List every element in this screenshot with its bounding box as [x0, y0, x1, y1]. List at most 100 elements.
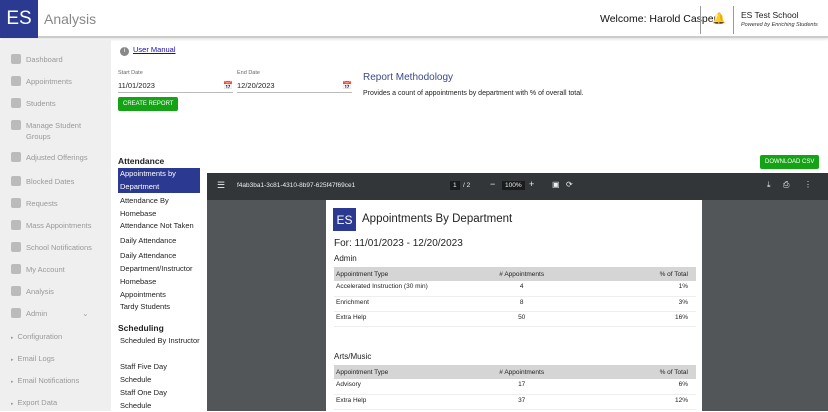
table-cell: 12% [589, 394, 696, 410]
pdf-viewer: ☰ f4ab3ba1-3c81-4310-8b97-625f47f69ce1 1… [207, 173, 828, 411]
table-cell: Advisory [334, 379, 454, 395]
sidebar-item-appointments[interactable]: Appointments [11, 76, 72, 87]
sidebar-item-manage-student-groups[interactable]: Manage Student Groups [11, 120, 86, 142]
calendar-icon[interactable]: 📅 [223, 81, 233, 92]
report-item[interactable]: Tardy Students [118, 301, 200, 314]
table-cell: 16% [589, 311, 696, 327]
sidebar-item-students[interactable]: Students [11, 98, 56, 109]
info-icon: i [120, 47, 129, 56]
sidebar-item-mass-appointments[interactable]: Mass Appointments [11, 220, 91, 231]
start-date-value[interactable]: 11/01/2023 [118, 81, 155, 92]
report-table: Appointment Type # Appointments% of Total… [334, 365, 696, 410]
report-item[interactable]: Homebase Appointments [118, 276, 200, 301]
report-item[interactable]: Staff One Day Schedule [118, 387, 200, 412]
zoom-out-icon[interactable]: − [490, 179, 495, 189]
table-cell: Accelerated Instruction (30 min) [334, 281, 454, 297]
app-header: ES Analysis Welcome: Harold Casper 🔔 ES … [0, 0, 828, 38]
column-header: Appointment Type [334, 267, 454, 281]
attendance-heading: Attendance [118, 156, 165, 166]
table-row: Enrichment 8 3% [334, 296, 696, 312]
report-item[interactable]: Scheduled By Instructor [118, 335, 200, 348]
table-cell: 1% [589, 281, 696, 297]
sidebar-subitem-label: Export Data [17, 398, 58, 407]
account-icon [11, 264, 21, 274]
methodology-title: Report Methodology [363, 72, 454, 83]
chevron-right-icon: ▸ [11, 335, 14, 341]
report-item[interactable]: Daily Attendance Department/Instructor [118, 250, 200, 275]
column-header: Appointment Type [334, 365, 454, 379]
sidebar-item-requests[interactable]: Requests [11, 198, 58, 209]
sidebar-item-label: Mass Appointments [26, 221, 92, 230]
table-cell: 37 [454, 394, 590, 410]
sidebar-subitem[interactable]: ▸ Configuration [11, 332, 62, 341]
sidebar-subitem-label: Configuration [17, 332, 63, 341]
create-report-button[interactable]: CREATE REPORT [118, 97, 179, 111]
zoom-in-icon[interactable]: + [529, 179, 534, 189]
chevron-right-icon: ▸ [11, 401, 14, 407]
fit-page-icon[interactable]: ▣ [552, 180, 560, 189]
scheduling-heading: Scheduling [118, 323, 164, 333]
table-cell: 3% [589, 296, 696, 312]
calendar-x-icon [11, 176, 21, 186]
sidebar-subitem[interactable]: ▸ Email Logs [11, 354, 55, 363]
dashboard-icon [11, 54, 21, 64]
chevron-right-icon: ▸ [11, 379, 14, 385]
chevron-down-icon[interactable]: ⌄ [82, 308, 88, 319]
sidebar-item-blocked-dates[interactable]: Blocked Dates [11, 176, 74, 187]
download-icon[interactable]: ⤓ [767, 180, 771, 190]
report-logo: ES [333, 208, 356, 231]
gear-icon [11, 308, 21, 318]
menu-icon[interactable]: ☰ [217, 180, 225, 191]
table-cell: 6% [589, 379, 696, 395]
sidebar-item-label: Requests [26, 199, 58, 208]
table-row: Accelerated Instruction (30 min) 4 1% [334, 281, 696, 297]
sidebar-item-my-account[interactable]: My Account [11, 264, 65, 275]
sidebar-subitem-label: Email Logs [17, 354, 55, 363]
report-item[interactable]: Staff Five Day Schedule [118, 361, 200, 386]
user-manual-link[interactable]: User Manual [133, 45, 176, 54]
sidebar-item-dashboard[interactable]: Dashboard [11, 54, 63, 65]
sidebar-item-label: My Account [26, 265, 65, 274]
bell-icon[interactable]: 🔔 [712, 12, 726, 25]
report-item[interactable]: Attendance Not Taken [118, 220, 200, 233]
print-icon[interactable]: ⎙ [783, 180, 789, 190]
table-cell: Extra Help [334, 311, 454, 327]
calendar-icon[interactable]: 📅 [342, 81, 352, 92]
report-item[interactable]: Daily Attendance [118, 235, 200, 248]
column-header: % of Total [589, 267, 696, 281]
sidebar-item-adjusted-offerings[interactable]: Adjusted Offerings [11, 152, 88, 163]
end-date-field[interactable]: End Date 12/20/2023 📅 [237, 70, 352, 93]
start-date-field[interactable]: Start Date 11/01/2023 📅 [118, 70, 233, 93]
sidebar-subitem[interactable]: ▸ Export Data [11, 398, 57, 407]
calendar-icon [11, 220, 21, 230]
group-icon [11, 120, 21, 130]
page-count: / 2 [463, 182, 471, 189]
column-header: % of Total [589, 365, 696, 379]
report-item[interactable]: Attendance By Homebase [118, 195, 200, 220]
rotate-icon[interactable]: ⟳ [566, 180, 573, 189]
page-number-input[interactable]: 1 [450, 181, 460, 190]
sidebar-item-label: Dashboard [26, 55, 63, 64]
app-logo[interactable]: ES [0, 0, 38, 38]
divider [700, 6, 701, 34]
pdf-page: ES Appointments By Department For: 11/01… [326, 200, 702, 411]
sidebar-subitem[interactable]: ▸ Email Notifications [11, 376, 79, 385]
request-icon [11, 198, 21, 208]
column-header: # Appointments [454, 365, 590, 379]
start-date-label: Start Date [118, 70, 143, 76]
end-date-value[interactable]: 12/20/2023 [237, 81, 275, 92]
zoom-input[interactable]: 100% [502, 181, 525, 190]
table-cell: 17 [454, 379, 590, 395]
sidebar-item-label: Manage Student Groups [26, 121, 82, 141]
sidebar-item-analysis[interactable]: Analysis [11, 286, 54, 297]
sidebar-item-school-notifications[interactable]: School Notifications [11, 242, 92, 253]
sidebar-subitem-label: Email Notifications [17, 376, 80, 385]
more-options-icon[interactable]: ⋮ [804, 180, 812, 189]
school-name[interactable]: ES Test School [741, 10, 799, 20]
pie-chart-icon [11, 286, 21, 296]
table-cell: Extra Help [334, 394, 454, 410]
sidebar-item-admin[interactable]: Admin ⌄ [11, 308, 89, 319]
column-header: # Appointments [454, 267, 590, 281]
download-csv-button[interactable]: DOWNLOAD CSV [760, 155, 820, 169]
report-item[interactable]: Appointments by Department [118, 168, 200, 193]
